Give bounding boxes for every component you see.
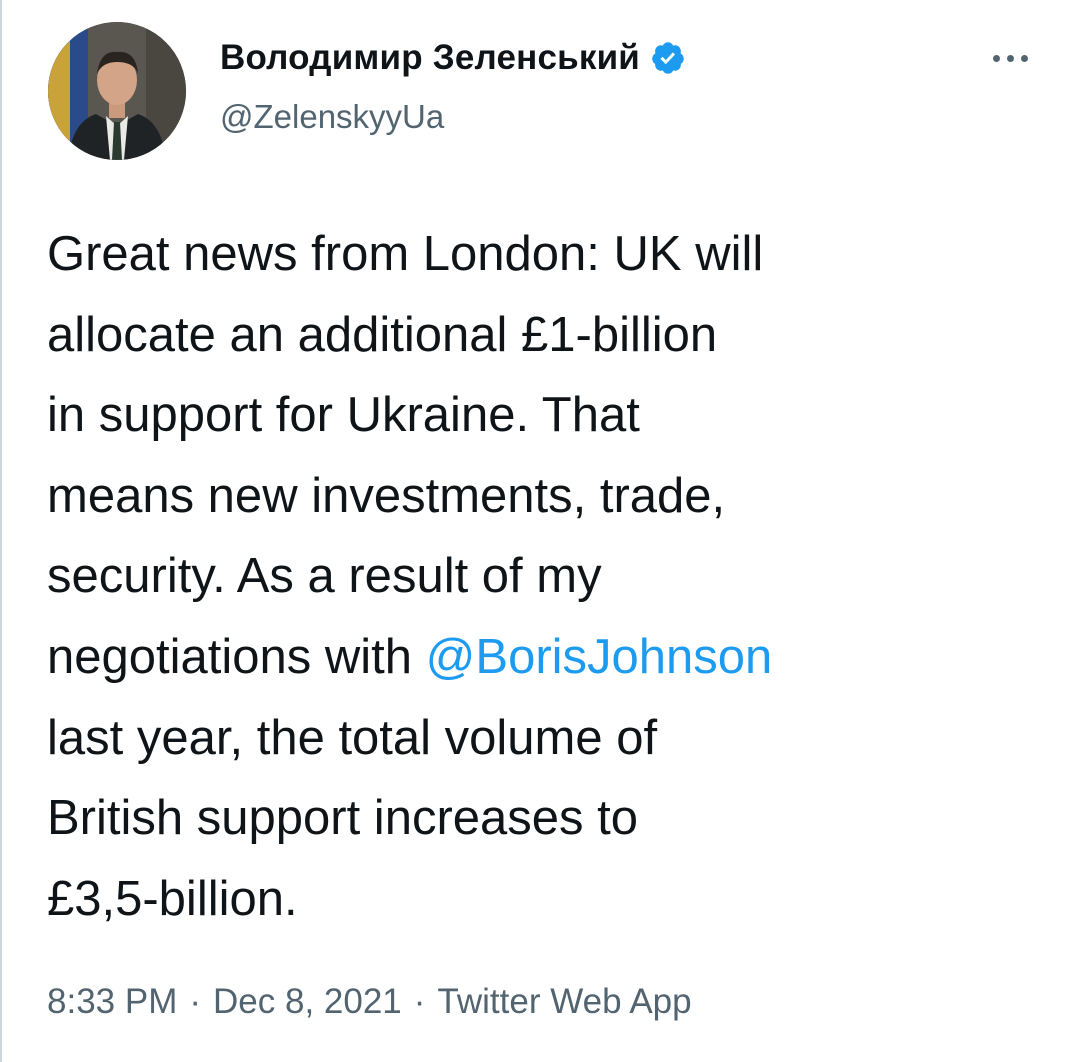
display-name[interactable]: Володимир Зеленський: [220, 38, 640, 78]
tweet-text-line: Great news from London: UK will: [47, 227, 764, 281]
avatar-image: [48, 22, 186, 160]
tweet-text-line: in support for Ukraine. That: [47, 388, 640, 443]
tweet-text-line: last year, the total volume of: [47, 710, 658, 765]
verified-badge-icon: [650, 40, 686, 76]
tweet-time: 8:33 PM: [47, 982, 178, 1021]
separator: ·: [189, 982, 202, 1021]
tweet-text-line: £3,5-billion.: [47, 871, 298, 926]
more-options-icon: [992, 54, 1028, 62]
more-options-button[interactable]: [980, 46, 1040, 70]
tweet-source-link[interactable]: Twitter Web App: [437, 982, 691, 1021]
author-line: Володимир Зеленський: [220, 38, 686, 78]
tweet-text: Great news from London: UK will allocate…: [47, 214, 1057, 939]
tweet-time-link[interactable]: 8:33 PM · Dec 8, 2021: [47, 982, 402, 1021]
avatar[interactable]: [48, 22, 186, 160]
user-handle[interactable]: @ZelenskyyUa: [220, 98, 444, 136]
separator: ·: [413, 982, 426, 1021]
tweet-text-line-with-mention: negotiations with @BorisJohnson: [47, 617, 1057, 698]
tweet-metadata: 8:33 PM · Dec 8, 2021 · Twitter Web App: [47, 982, 692, 1022]
tweet-text-line: means new investments, trade,: [47, 468, 726, 523]
tweet: Володимир Зеленський @ZelenskyyUa Great …: [0, 0, 1080, 1062]
tweet-text-line: allocate an additional £1-billion: [47, 307, 718, 362]
tweet-date: Dec 8, 2021: [213, 982, 402, 1021]
mention-link[interactable]: @BorisJohnson: [426, 630, 773, 684]
tweet-text-line: security. As a result of my: [47, 549, 602, 604]
tweet-text-line: British support increases to: [47, 791, 638, 846]
tweet-text-segment: negotiations with: [47, 629, 426, 684]
